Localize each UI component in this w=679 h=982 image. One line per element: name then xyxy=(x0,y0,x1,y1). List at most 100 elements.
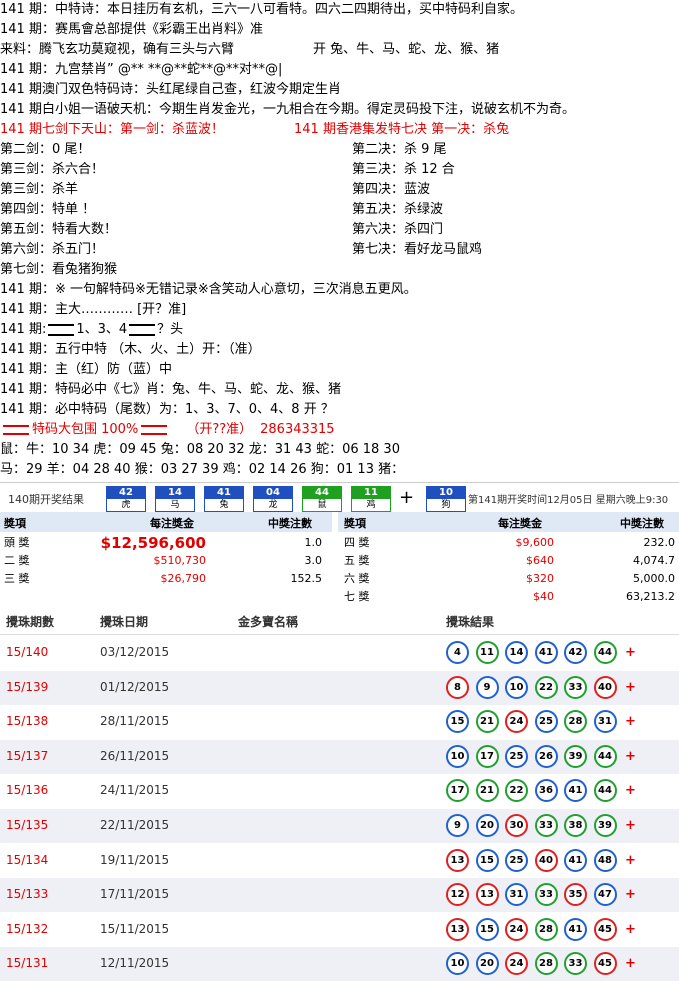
history-issue[interactable]: 15/136 xyxy=(6,783,48,797)
result-ball: 39 xyxy=(564,744,587,768)
result-ball: 25 xyxy=(534,710,558,734)
text-line-laiiao: 来料：腾飞玄功莫窥视，确有三头与六臂 开 兔、牛、马、蛇、龙、猴、猪 xyxy=(0,40,499,60)
result-ball: 9 xyxy=(446,814,469,837)
result-ball: 12 xyxy=(446,883,469,907)
plus-icon: + xyxy=(625,783,636,799)
text-line-zodiac-numbers-1: 鼠：牛：10 34 虎：09 45 兔：08 20 32 龙：31 43 蛇：0… xyxy=(0,442,400,457)
result-ball: 30 xyxy=(505,814,528,837)
sword-text: 第五剑：特看大数！ xyxy=(0,222,118,237)
text-line-tail: 141 期：必中特码（尾数）为：1、3、7、0、4、8 开 ？ xyxy=(0,402,334,417)
result-ball: 20 xyxy=(475,814,499,837)
decision-text: 第四决：蓝波 xyxy=(352,182,431,197)
result-ball: 28 xyxy=(564,710,587,734)
history-issue[interactable]: 15/138 xyxy=(6,714,48,728)
history-row: 15/133 17/11/2015 12 13 31 33 35 47 + xyxy=(0,878,679,913)
prize-name: 三 獎 xyxy=(4,572,30,585)
result-ball: 24 xyxy=(505,917,528,941)
text-line-poem: 141 期：中特诗：本日挂历有玄机，三六一八可看特。四六二四期待出，买中特码利自… xyxy=(0,2,523,17)
draw-ball-number: 04 xyxy=(254,487,292,499)
result-ball: 21 xyxy=(475,710,499,734)
result-ball: 14 xyxy=(505,641,528,664)
history-row: 15/134 19/11/2015 13 15 25 40 41 48 + xyxy=(0,844,679,878)
history-issue[interactable]: 15/133 xyxy=(6,887,48,901)
plus-icon: + xyxy=(625,714,636,730)
result-ball: 40 xyxy=(534,848,558,872)
prize-name: 七 獎 xyxy=(344,590,370,603)
history-row: 15/132 15/11/2015 13 15 24 28 41 45 + xyxy=(0,913,679,947)
decision-text: 第七决：看好龙马鼠鸡 xyxy=(352,242,483,257)
decision-text: 第二决：杀 9 尾 xyxy=(352,142,447,157)
history-issue[interactable]: 15/135 xyxy=(6,818,48,832)
header-item: 獎項 xyxy=(4,517,26,530)
draw-ball-zodiac: 兔 xyxy=(219,500,229,510)
history-issue[interactable]: 15/134 xyxy=(6,853,48,867)
prize-amount: $510,730 xyxy=(153,554,207,567)
history-issue[interactable]: 15/139 xyxy=(6,680,48,694)
result-ball: 44 xyxy=(593,779,617,803)
prize-row: 六 獎 $320 5,000.0 xyxy=(338,570,679,588)
prize-count: 152.5 xyxy=(290,572,323,585)
special-ball-number: 10 xyxy=(427,487,465,499)
history-issue[interactable]: 15/131 xyxy=(6,956,48,970)
history-issue[interactable]: 15/132 xyxy=(6,922,48,936)
result-ball: 41 xyxy=(564,779,587,803)
history-issue[interactable]: 15/137 xyxy=(6,749,48,763)
result-ball: 20 xyxy=(475,952,499,976)
prize-amount: $26,790 xyxy=(160,572,207,585)
header-amount: 每注獎金 xyxy=(150,517,194,530)
text-line-seven-swords: 141 期七剑下天山：第一剑：杀蓝波！ 141 期香港集发特七决 第一决：杀兔 xyxy=(0,120,509,140)
plus-icon: + xyxy=(625,887,636,903)
history-date: 17/11/2015 xyxy=(100,887,170,902)
sword-line: 第二剑：0 尾！ 第二决：杀 9 尾 xyxy=(0,140,447,160)
text-line-seven-zodiac: 141 期：特码必中《七》肖：兔、牛、马、蛇、龙、猴、猪 xyxy=(0,382,341,397)
header-amount: 每注獎金 xyxy=(498,517,542,530)
special-ball: 10 狗 xyxy=(426,486,466,512)
plus-icon: + xyxy=(625,818,636,833)
draw-ball-zodiac: 鼠 xyxy=(317,500,327,510)
draw-ball-number: 14 xyxy=(156,487,194,499)
history-issue[interactable]: 15/140 xyxy=(6,645,48,659)
result-ball: 15 xyxy=(475,848,499,872)
result-ball: 17 xyxy=(475,744,499,768)
plus-icon: + xyxy=(625,645,636,660)
prize-row: 頭 獎 $12,596,600 1.0 xyxy=(0,534,332,552)
draw-ball-number: 42 xyxy=(107,487,145,499)
result-ball: 44 xyxy=(593,744,617,768)
sword-line: 第四剑：特单 ！ 第五决：杀绿波 xyxy=(0,200,443,220)
result-ball: 13 xyxy=(446,917,469,941)
sword-text: 第三剑：杀羊 xyxy=(0,182,79,197)
sword-line: 第六剑：杀五门！ 第七决：看好龙马鼠鸡 xyxy=(0,240,482,260)
sword-line: 第五剑：特看大数！ 第六决：杀四门 xyxy=(0,220,443,240)
result-ball: 9 xyxy=(475,675,499,699)
draw-ball-zodiac: 虎 xyxy=(121,500,131,510)
prize-header-right: 獎項 每注獎金 中獎注數 xyxy=(338,512,679,532)
text-line-zodiac-numbers-2: 马：29 羊：04 28 40 猴：03 27 39 鸡：02 14 26 狗：… xyxy=(0,462,405,477)
surround-note: （开??准） xyxy=(186,422,253,437)
prize-count: 5,000.0 xyxy=(633,572,675,585)
result-ball: 24 xyxy=(505,710,528,734)
decision-text: 第五决：杀绿波 xyxy=(352,202,444,217)
history-date: 22/11/2015 xyxy=(100,818,170,832)
prize-amount: $640 xyxy=(526,554,554,567)
result-ball: 31 xyxy=(505,883,528,907)
result-ball: 41 xyxy=(564,917,587,941)
result-ball: 35 xyxy=(564,883,587,907)
plus-icon: + xyxy=(625,852,636,868)
sword-text: 第三剑：杀六合！ xyxy=(0,162,105,177)
prize-row: 五 獎 $640 4,074.7 xyxy=(338,552,679,570)
result-ball: 38 xyxy=(564,814,587,837)
text-line-seventh-sword: 第七剑：看兔猪狗猴 xyxy=(0,262,118,277)
header-issue: 攪珠期數 xyxy=(6,615,55,629)
result-ball: 28 xyxy=(534,952,558,976)
history-date: 03/12/2015 xyxy=(100,645,170,659)
result-ball: 45 xyxy=(593,952,617,976)
text-line-main-big: 141 期：主大………… [开？准] xyxy=(0,302,187,317)
prize-row: 二 獎 $510,730 3.0 xyxy=(0,552,332,570)
result-ball: 10 xyxy=(505,675,528,699)
result-ball: 39 xyxy=(593,814,617,837)
result-ball: 48 xyxy=(593,848,617,872)
prize-name: 四 獎 xyxy=(344,536,370,549)
history-row: 15/140 03/12/2015 4 11 14 41 42 44 + xyxy=(0,636,679,670)
draw-ball: 14 马 xyxy=(155,486,195,512)
prize-table: 獎項 每注獎金 中獎注數 獎項 每注獎金 中獎注數 頭 獎 $12,596,600… xyxy=(0,512,679,607)
